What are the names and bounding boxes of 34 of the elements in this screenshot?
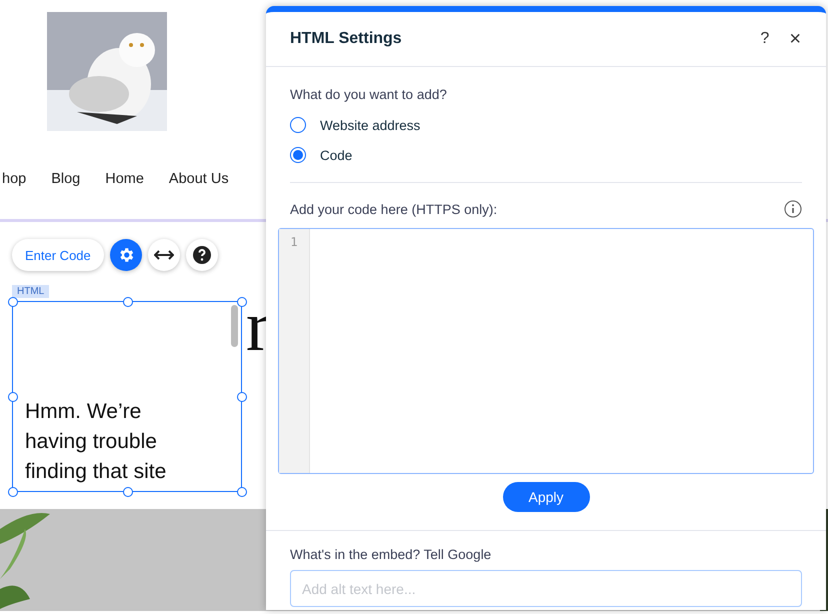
nav-link[interactable]: Blog	[51, 171, 80, 187]
panel-title: HTML Settings	[290, 30, 403, 48]
scrollbar[interactable]	[231, 305, 238, 347]
alt-label: What's in the embed? Tell Google	[290, 547, 492, 562]
radio-option[interactable]: Website address	[290, 110, 802, 140]
html-embed[interactable]: Hmm. We’re having trouble finding that site	[12, 301, 242, 492]
settings-icon[interactable]	[110, 239, 142, 271]
close-button[interactable]: ×	[784, 28, 806, 50]
resize-handle[interactable]	[8, 297, 18, 307]
stretch-icon[interactable]	[148, 239, 180, 271]
error-message: Hmm. We’re having trouble finding that site	[25, 399, 168, 485]
help-button[interactable]: ?	[755, 30, 774, 48]
line-number: 1	[290, 235, 298, 249]
resize-handle[interactable]	[8, 392, 18, 402]
resize-handle[interactable]	[8, 487, 18, 497]
question-label: What do you want to add?	[290, 87, 448, 102]
code-label: Add your code here (HTTPS only):	[290, 202, 498, 216]
help-icon[interactable]	[186, 239, 218, 271]
radio-option[interactable]: Code	[290, 140, 802, 170]
radio-button[interactable]	[290, 147, 306, 163]
resize-handle[interactable]	[237, 392, 247, 402]
resize-handle[interactable]	[237, 487, 247, 497]
resize-handle[interactable]	[237, 297, 247, 307]
resize-handle[interactable]	[123, 487, 133, 497]
radio-button[interactable]	[290, 117, 306, 133]
enter-code-button[interactable]: Enter Code	[12, 239, 104, 271]
nav-link[interactable]: hop	[2, 171, 26, 187]
element-tag: HTML	[12, 285, 50, 298]
alt-text-field[interactable]: Add alt text here...	[290, 570, 802, 607]
nav-link[interactable]: Home	[105, 171, 144, 187]
nav-link[interactable]: About Us	[168, 171, 229, 187]
resize-handle[interactable]	[123, 297, 133, 307]
info-icon[interactable]	[784, 200, 802, 218]
apply-button[interactable]: Apply	[502, 482, 590, 512]
